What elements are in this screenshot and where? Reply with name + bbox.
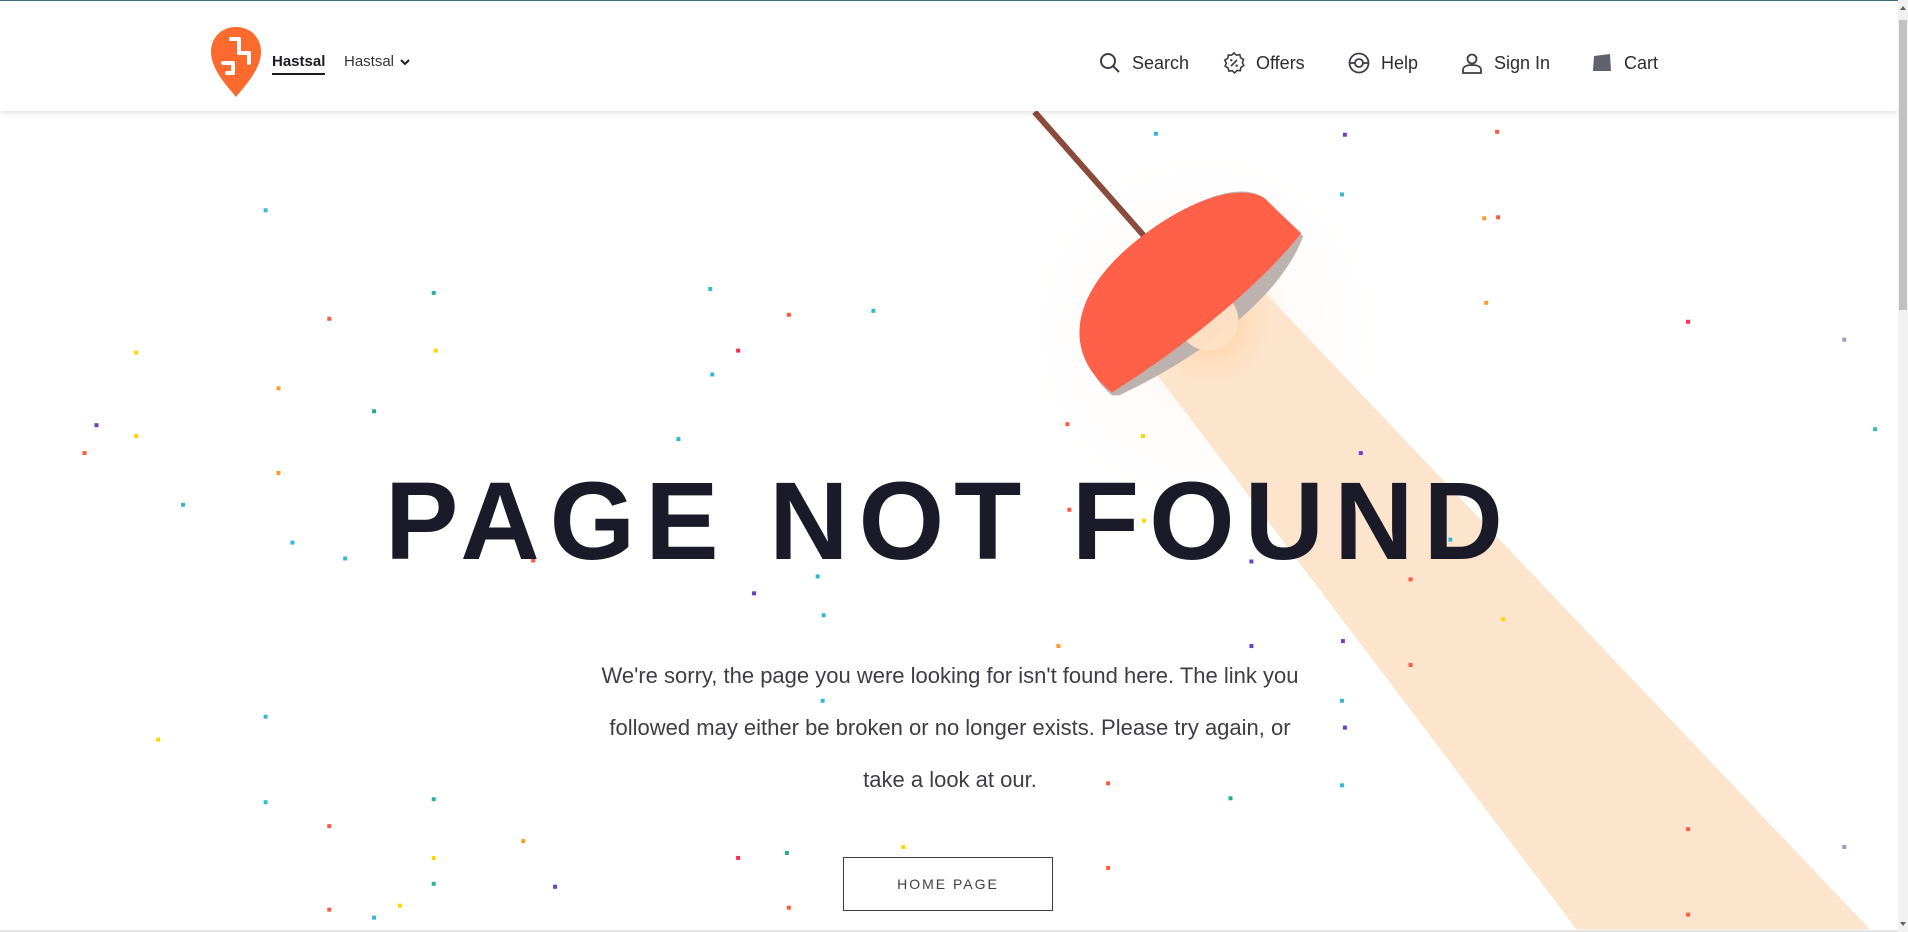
nav-offers-label: Offers	[1256, 52, 1305, 73]
nav-search-label: Search	[1132, 52, 1190, 73]
brand-logo-icon[interactable]	[209, 25, 263, 99]
location-primary[interactable]: Hastsal	[272, 53, 326, 75]
search-icon	[1100, 53, 1120, 73]
nav-cart[interactable]: Cart	[1590, 49, 1658, 77]
error-message: We're sorry, the page you were looking f…	[601, 663, 1299, 792]
page: Hastsal Hastsal Search Offers Help Sign …	[0, 0, 1908, 932]
nav-sign-in[interactable]: Sign In	[1460, 49, 1550, 77]
nav-sign-in-label: Sign In	[1494, 52, 1551, 73]
help-icon	[1348, 52, 1370, 74]
location-selector[interactable]: Hastsal	[344, 53, 411, 71]
nav-help-label: Help	[1381, 52, 1419, 73]
location-secondary: Hastsal	[344, 53, 395, 70]
nav-search[interactable]: Search	[1098, 49, 1189, 77]
nav-help[interactable]: Help	[1347, 49, 1418, 77]
scrollbar-thumb[interactable]	[1899, 20, 1907, 310]
scrollbar[interactable]	[1898, 0, 1908, 932]
scroll-down-arrow-icon[interactable]	[1899, 918, 1907, 930]
scroll-up-arrow-icon[interactable]	[1899, 2, 1907, 14]
offers-icon	[1223, 51, 1245, 75]
home-page-button[interactable]: HOME PAGE	[843, 857, 1053, 911]
cart-icon	[1593, 54, 1611, 71]
site-header: Hastsal Hastsal Search Offers Help Sign …	[0, 1, 1898, 111]
nav-offers[interactable]: Offers	[1222, 49, 1305, 77]
nav-cart-label: Cart	[1624, 52, 1659, 73]
user-icon	[1462, 53, 1482, 74]
chevron-down-icon	[400, 59, 410, 66]
page-title: PAGE NOT FOUND	[385, 460, 1513, 583]
